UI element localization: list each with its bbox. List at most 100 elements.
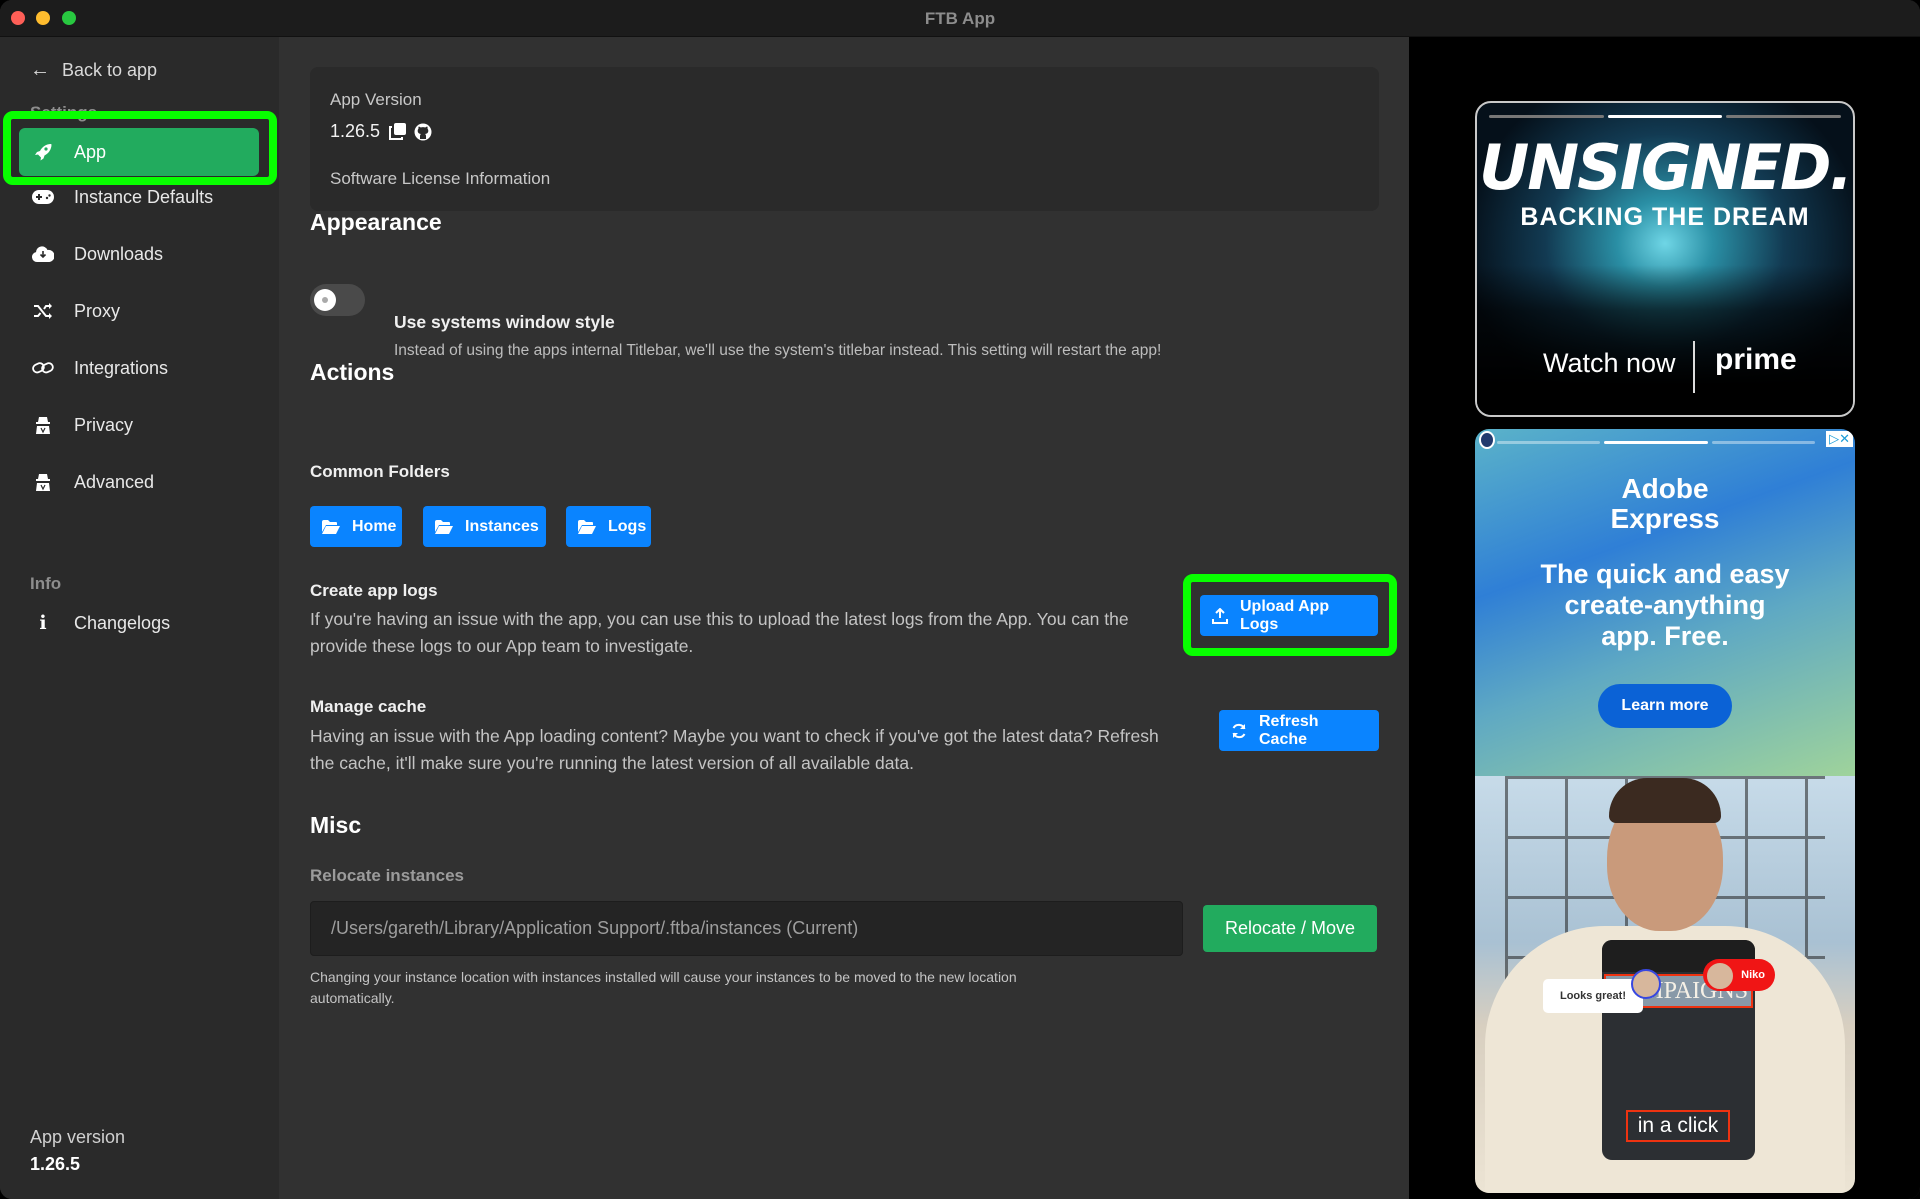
gamepad-icon xyxy=(31,190,55,204)
github-icon[interactable] xyxy=(414,123,432,141)
sidebar-item-integrations[interactable]: Integrations xyxy=(19,344,259,392)
version-row: 1.26.5 xyxy=(330,121,432,142)
sidebar-item-label: Instance Defaults xyxy=(74,186,214,207)
ad-tagline: BACKING THE DREAM xyxy=(1520,203,1810,231)
watch-now-link[interactable]: Watch now xyxy=(1543,348,1676,379)
ad-headline-line: create-anything xyxy=(1564,590,1766,620)
sidebar-item-instance-defaults[interactable]: Instance Defaults xyxy=(19,173,259,221)
adchoices-close-icon[interactable]: ▷✕ xyxy=(1826,431,1853,447)
button-label: Refresh Cache xyxy=(1259,712,1319,748)
sidebar-item-privacy[interactable]: Privacy xyxy=(19,401,259,449)
back-to-app-link[interactable]: ← Back to app xyxy=(30,59,157,82)
link-icon xyxy=(31,360,55,376)
relocate-desc: Changing your instance location with ins… xyxy=(310,969,1017,1006)
relocate-instances-title: Relocate instances xyxy=(310,866,465,885)
misc-heading: Misc xyxy=(310,812,362,838)
sidebar-item-label: Downloads xyxy=(74,243,164,264)
prime-video-ad[interactable]: UNSIGNED. BACKING THE DREAM Watch now pr… xyxy=(1475,101,1855,417)
ads-panel: UNSIGNED. BACKING THE DREAM Watch now pr… xyxy=(1409,37,1920,1199)
create-app-logs-desc: If you're having an issue with the app, … xyxy=(310,609,1129,656)
ad-brand: Adobe Express xyxy=(1475,474,1855,534)
software-license-link[interactable]: Software License Information xyxy=(330,169,550,189)
ad-brand-line: Adobe xyxy=(1621,473,1709,504)
crowd-image xyxy=(1477,265,1853,415)
folder-open-icon xyxy=(322,519,340,534)
person-hair xyxy=(1609,778,1721,823)
refresh-icon xyxy=(1232,723,1246,738)
user-secret-icon xyxy=(31,473,55,491)
prime-logo: prime xyxy=(1715,343,1797,376)
create-app-logs-title: Create app logs xyxy=(310,581,438,600)
ad-headline: The quick and easy create-anything app. … xyxy=(1475,559,1855,652)
open-home-folder-button[interactable]: Home xyxy=(310,506,402,547)
cloud-download-icon xyxy=(31,246,55,262)
ad-progress-bars xyxy=(1497,441,1815,444)
upload-app-logs-button[interactable]: Upload App Logs xyxy=(1200,595,1378,636)
ad-headline-line: The quick and easy xyxy=(1540,559,1790,589)
button-label: Home xyxy=(352,517,397,535)
ad-brand-line: Express xyxy=(1610,503,1720,534)
folder-open-icon xyxy=(578,519,596,534)
user-secret-icon xyxy=(31,416,55,434)
info-icon: i xyxy=(39,612,47,634)
sidebar-item-label: Advanced xyxy=(74,471,155,492)
ad-brand: UNSIGNED. xyxy=(1478,131,1853,204)
shuffle-icon xyxy=(31,303,55,319)
sidebar-item-app[interactable]: App xyxy=(19,128,259,176)
manage-cache-title: Manage cache xyxy=(310,697,427,716)
settings-section-label: Settings xyxy=(30,103,98,122)
ad-photo: CAMPAIGNS in a click Looks great! Niko xyxy=(1475,776,1855,1193)
avatar xyxy=(1705,961,1735,991)
ad-top-panel: ▷✕ Adobe Express The quick and easy crea… xyxy=(1475,429,1855,776)
sidebar-item-downloads[interactable]: Downloads xyxy=(19,230,259,278)
app-version-label: App version xyxy=(30,1127,126,1147)
rocket-icon xyxy=(31,142,55,162)
relocate-move-button[interactable]: Relocate / Move xyxy=(1203,905,1377,952)
titlebar: FTB App xyxy=(0,0,1920,37)
system-window-style-toggle[interactable] xyxy=(310,284,365,316)
back-to-app-label: Back to app xyxy=(62,60,158,80)
sidebar-item-proxy[interactable]: Proxy xyxy=(19,287,259,335)
upload-icon xyxy=(1212,607,1228,624)
instance-path-input[interactable] xyxy=(310,901,1183,956)
open-logs-folder-button[interactable]: Logs xyxy=(566,506,651,547)
sidebar-app-version: App version 1.26.5 xyxy=(30,1127,125,1175)
version-card: App Version 1.26.5 Software License Info… xyxy=(310,67,1379,211)
button-label: Upload App Logs xyxy=(1240,597,1330,633)
sidebar: ← Back to app Settings App Instance Defa… xyxy=(0,37,279,1199)
sidebar-item-label: Proxy xyxy=(74,300,121,321)
info-section-label: Info xyxy=(30,574,62,593)
system-window-style-desc: Instead of using the apps internal Title… xyxy=(394,342,1162,359)
app-version-value: 1.26.5 xyxy=(30,1154,81,1174)
ad-progress-bars xyxy=(1489,115,1842,118)
button-label: Instances xyxy=(465,517,539,535)
actions-heading: Actions xyxy=(310,359,395,385)
appearance-heading: Appearance xyxy=(310,209,442,235)
in-a-click-text: in a click xyxy=(1626,1110,1730,1142)
sidebar-item-changelogs[interactable]: i Changelogs xyxy=(19,599,259,647)
sidebar-item-label: Integrations xyxy=(74,357,169,378)
refresh-cache-button[interactable]: Refresh Cache xyxy=(1219,710,1379,751)
ad-headline-line: app. Free. xyxy=(1601,621,1729,651)
toggle-knob xyxy=(314,289,336,311)
version-value: 1.26.5 xyxy=(330,121,381,141)
system-window-style-title: Use systems window style xyxy=(394,312,615,332)
window-title: FTB App xyxy=(924,9,996,28)
arrow-left-icon: ← xyxy=(30,59,50,81)
sidebar-item-label: Privacy xyxy=(74,414,134,435)
copy-icon[interactable] xyxy=(388,123,406,141)
manage-cache-desc: Having an issue with the App loading con… xyxy=(310,726,1159,773)
avatar xyxy=(1631,969,1661,999)
common-folders-title: Common Folders xyxy=(310,462,450,481)
sidebar-item-label: App xyxy=(74,141,107,162)
adobe-express-ad[interactable]: ▷✕ Adobe Express The quick and easy crea… xyxy=(1475,429,1855,1193)
app-window: FTB App ← Back to app Settings App Insta… xyxy=(0,0,1920,1199)
ad-divider xyxy=(1693,341,1695,393)
version-card-label: App Version xyxy=(330,90,422,109)
folder-open-icon xyxy=(435,519,453,534)
sidebar-item-advanced[interactable]: Advanced xyxy=(19,458,259,506)
sidebar-item-label: Changelogs xyxy=(74,612,171,633)
open-instances-folder-button[interactable]: Instances xyxy=(423,506,546,547)
learn-more-button[interactable]: Learn more xyxy=(1598,684,1732,728)
shield-icon xyxy=(1479,431,1495,449)
